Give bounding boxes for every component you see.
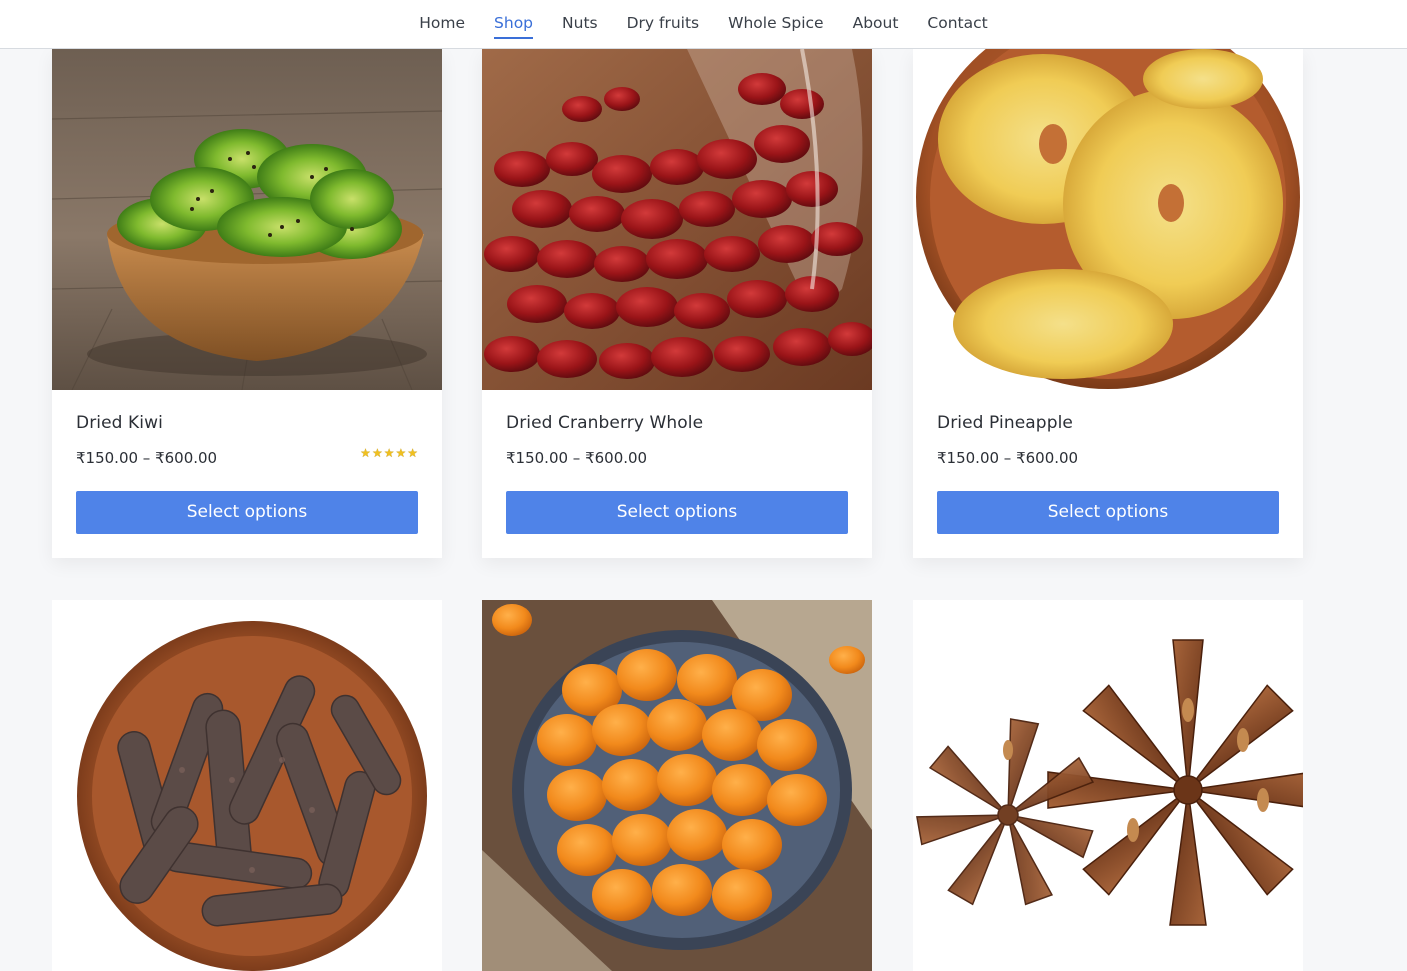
star-icon: ★: [360, 446, 371, 460]
product-card-dried-cranberry: Dried Cranberry Whole ₹150.00 – ₹600.00 …: [482, 49, 872, 558]
nav-item-contact: Contact: [913, 0, 1002, 48]
product-card-dried-pineapple: Dried Pineapple ₹150.00 – ₹600.00 Select…: [913, 49, 1303, 558]
nav-link-nuts[interactable]: Nuts: [562, 14, 598, 36]
product-card-dried-kiwi: Dried Kiwi ★ ★ ★ ★ ★ ₹150.00 – ₹600.00 S…: [52, 49, 442, 558]
product-image-link[interactable]: [52, 600, 442, 971]
dried-cranberry-image: [482, 49, 872, 390]
product-title[interactable]: Dried Cranberry Whole: [506, 412, 848, 434]
product-image-link[interactable]: [482, 49, 872, 390]
long-pepper-image: [52, 600, 442, 971]
product-image-link[interactable]: [52, 49, 442, 390]
nav-link-shop[interactable]: Shop: [494, 14, 534, 39]
star-rating: ★ ★ ★ ★ ★: [360, 447, 418, 459]
product-image-link[interactable]: [913, 600, 1303, 971]
nav-item-shop: Shop: [480, 0, 548, 48]
star-icon: ★: [395, 446, 407, 460]
nav-link-contact[interactable]: Contact: [927, 14, 987, 36]
dried-apricot-image: [482, 600, 872, 971]
product-image-link[interactable]: [913, 49, 1303, 390]
star-icon: ★: [407, 446, 418, 460]
nav-item-dry-fruits: Dry fruits: [612, 0, 714, 48]
star-icon: ★: [383, 446, 395, 460]
nav-item-about: About: [838, 0, 913, 48]
product-card-body: Dried Kiwi ★ ★ ★ ★ ★ ₹150.00 – ₹600.00 S…: [52, 390, 442, 558]
select-options-button[interactable]: Select options: [937, 491, 1279, 534]
dried-kiwi-image: [52, 49, 442, 390]
star-icon: ★: [371, 446, 383, 460]
product-title[interactable]: Dried Kiwi: [76, 412, 418, 434]
main-navigation: Home Shop Nuts Dry fruits Whole Spice Ab…: [0, 0, 1407, 49]
nav-item-whole-spice: Whole Spice: [714, 0, 838, 48]
dried-pineapple-image: [913, 49, 1303, 390]
nav-item-home: Home: [405, 0, 480, 48]
nav-link-home[interactable]: Home: [419, 14, 465, 36]
select-options-button[interactable]: Select options: [506, 491, 848, 534]
nav-link-dry-fruits[interactable]: Dry fruits: [627, 14, 700, 36]
product-card-body: Dried Cranberry Whole ₹150.00 – ₹600.00 …: [482, 390, 872, 558]
nav-link-whole-spice[interactable]: Whole Spice: [728, 14, 823, 36]
product-title[interactable]: Dried Pineapple: [937, 412, 1279, 434]
product-image-link[interactable]: [482, 600, 872, 971]
product-price: ₹150.00 – ₹600.00: [937, 449, 1079, 467]
nav-item-nuts: Nuts: [548, 0, 613, 48]
nav-link-about[interactable]: About: [853, 14, 899, 36]
star-anise-image: [913, 600, 1303, 971]
product-card-body: Dried Pineapple ₹150.00 – ₹600.00 Select…: [913, 390, 1303, 558]
product-price: ₹150.00 – ₹600.00: [506, 449, 648, 467]
select-options-button[interactable]: Select options: [76, 491, 418, 534]
